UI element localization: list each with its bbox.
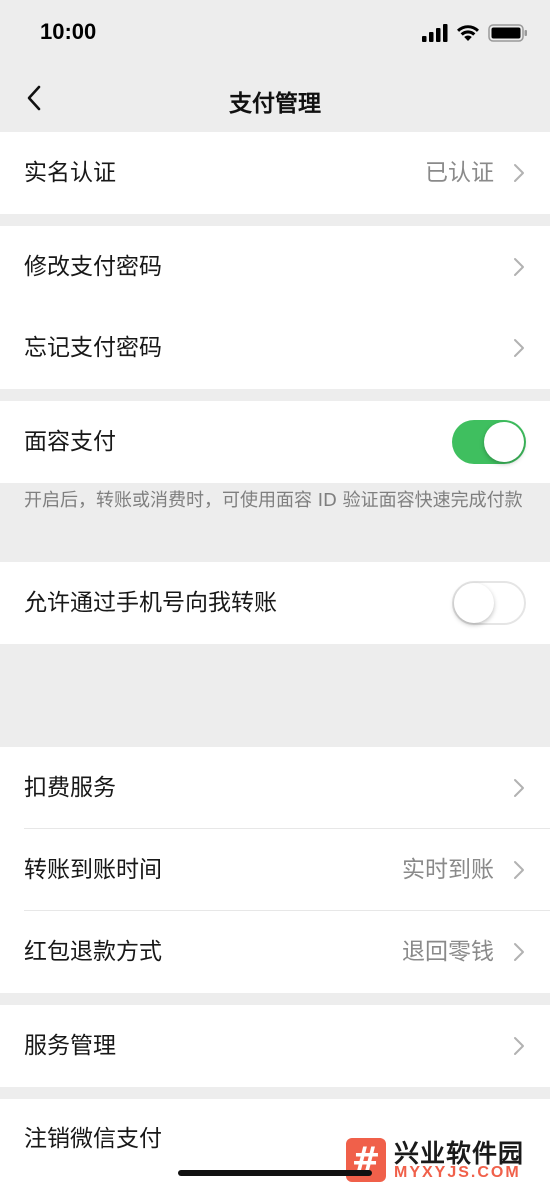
- chevron-right-icon: [514, 164, 524, 182]
- identity-verification-status: 已认证: [425, 160, 494, 186]
- face-pay-toggle[interactable]: [452, 420, 526, 464]
- status-bar: 10:00: [0, 0, 550, 64]
- phone-transfer-row: 允许通过手机号向我转账: [0, 562, 550, 644]
- chevron-right-icon: [514, 779, 524, 797]
- phone-transfer-label: 允许通过手机号向我转账: [24, 590, 277, 616]
- watermark: # 兴业软件园 MYXYJS.COM: [334, 1130, 550, 1190]
- forgot-password-label: 忘记支付密码: [24, 335, 162, 361]
- battery-icon: [488, 24, 527, 42]
- red-packet-refund-value: 退回零钱: [402, 939, 494, 965]
- identity-verification-row[interactable]: 实名认证 已认证: [0, 132, 550, 214]
- identity-verification-label: 实名认证: [24, 160, 116, 186]
- home-indicator[interactable]: [178, 1170, 372, 1176]
- toggle-knob: [454, 583, 494, 623]
- chevron-right-icon: [514, 258, 524, 276]
- signal-icon: [422, 24, 448, 42]
- forgot-password-row[interactable]: 忘记支付密码: [0, 307, 550, 389]
- transfer-time-label: 转账到账时间: [24, 857, 162, 883]
- transfer-time-value: 实时到账: [402, 857, 494, 883]
- service-management-label: 服务管理: [24, 1033, 116, 1059]
- face-pay-row: 面容支付: [0, 401, 550, 483]
- nav-bar: 支付管理: [0, 64, 550, 132]
- wifi-icon: [457, 25, 479, 41]
- red-packet-refund-row[interactable]: 红包退款方式 退回零钱: [0, 911, 550, 993]
- toggle-knob: [484, 422, 524, 462]
- deduction-service-row[interactable]: 扣费服务: [0, 747, 550, 829]
- service-management-row[interactable]: 服务管理: [0, 1005, 550, 1087]
- chevron-right-icon: [514, 943, 524, 961]
- transfer-time-row[interactable]: 转账到账时间 实时到账: [0, 829, 550, 911]
- status-time: 10:00: [40, 19, 97, 44]
- cancel-wechat-pay-label: 注销微信支付: [24, 1126, 162, 1152]
- change-password-label: 修改支付密码: [24, 254, 162, 280]
- face-pay-hint: 开启后，转账或消费时，可使用面容 ID 验证面容快速完成付款: [24, 490, 523, 511]
- face-pay-label: 面容支付: [24, 429, 116, 455]
- red-packet-refund-label: 红包退款方式: [24, 939, 162, 965]
- phone-transfer-toggle[interactable]: [452, 581, 526, 625]
- watermark-url: MYXYJS.COM: [394, 1164, 521, 1181]
- chevron-right-icon: [514, 861, 524, 879]
- chevron-right-icon: [514, 1037, 524, 1055]
- change-password-row[interactable]: 修改支付密码: [0, 226, 550, 308]
- chevron-right-icon: [514, 339, 524, 357]
- page-title: 支付管理: [229, 91, 321, 117]
- deduction-service-label: 扣费服务: [24, 775, 116, 801]
